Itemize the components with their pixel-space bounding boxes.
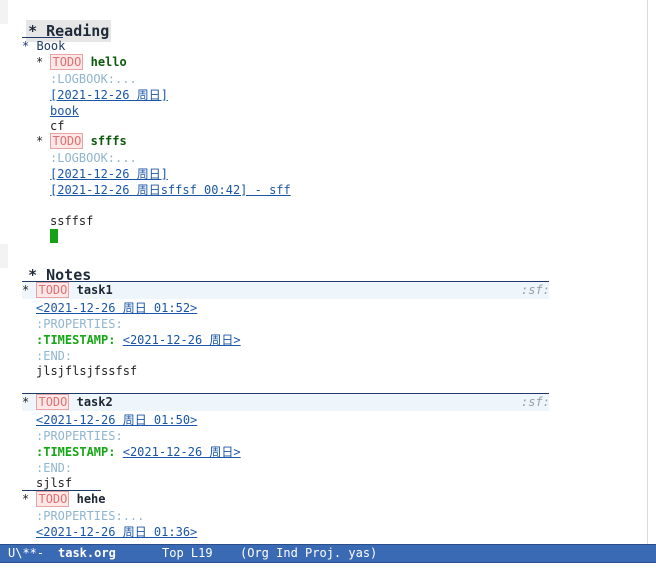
timestamp-property: :TIMESTAMP: <2021-12-26 周日> (36, 445, 241, 460)
date-link[interactable]: [2021-12-26 周日] (50, 167, 168, 182)
drawer-end: :END: (36, 349, 73, 363)
timestamp-property: :TIMESTAMP: <2021-12-26 周日> (36, 333, 241, 348)
tag-label[interactable]: :sf: (521, 283, 550, 298)
buffer-status[interactable]: U\**- (8, 545, 44, 562)
property-key: :TIMESTAMP: (36, 445, 116, 459)
heading-star: * (22, 283, 30, 297)
drawer-end: :END: (36, 461, 73, 475)
properties-drawer[interactable]: :PROPERTIES:... (36, 509, 144, 524)
window-border (647, 0, 648, 544)
fringe (0, 0, 8, 24)
heading-star: * (22, 39, 30, 53)
entry-task1[interactable]: * TODO task1 (22, 282, 113, 298)
entry-hello[interactable]: * TODO hello (36, 54, 127, 70)
buffer-position: Top L19 (162, 546, 213, 560)
heading-title: Book (36, 39, 66, 53)
body-text: sjlsf (36, 476, 73, 490)
major-minor-modes[interactable]: (Org Ind Proj. yas) (240, 545, 377, 562)
entry-title: hello (90, 55, 127, 69)
body-text: jlsjflsjfssfsf (36, 364, 138, 378)
mode-line: U\**- task.org Top L19 (Org Ind Proj. ya… (0, 544, 656, 563)
logbook-drawer[interactable]: :LOGBOOK:... (50, 72, 137, 87)
heading-book[interactable]: * Book (22, 39, 65, 54)
todo-keyword[interactable]: TODO (36, 282, 70, 298)
entry-sfffs[interactable]: * TODO sfffs (36, 133, 127, 149)
timestamp-link[interactable]: <2021-12-26 周日> (123, 445, 241, 459)
property-key: :TIMESTAMP: (36, 333, 116, 347)
entry-title: hehe (76, 492, 106, 506)
timestamp-link[interactable]: <2021-12-26 周日> (123, 333, 241, 347)
properties-drawer[interactable]: :PROPERTIES: (36, 429, 123, 444)
fringe (0, 244, 8, 268)
heading-notes[interactable]: * Notes (8, 248, 93, 284)
heading-star: * (36, 55, 44, 69)
date-link[interactable]: [2021-12-26 周日] (50, 88, 168, 103)
heading-star: * (22, 492, 30, 506)
properties-drawer[interactable]: :PROPERTIES: (36, 317, 123, 332)
heading-underline (22, 37, 63, 38)
text-cursor (50, 229, 58, 243)
todo-keyword[interactable]: TODO (50, 54, 84, 70)
date-link[interactable]: <2021-12-26 周日 01:36> (36, 525, 197, 540)
entry-title: task2 (76, 395, 113, 409)
body-text: ssffsf (50, 214, 94, 228)
todo-keyword[interactable]: TODO (36, 394, 70, 410)
book-link[interactable]: book (50, 104, 79, 119)
entry-title: sfffs (90, 134, 127, 148)
body-text: cf (50, 119, 65, 133)
todo-keyword[interactable]: TODO (36, 491, 70, 507)
heading-reading[interactable]: * Reading (8, 4, 112, 42)
entry-hehe[interactable]: * TODO hehe (22, 491, 106, 507)
tag-label[interactable]: :sf: (521, 395, 550, 410)
heading-star: * (36, 134, 44, 148)
buffer-name[interactable]: task.org (58, 545, 116, 562)
date-link[interactable]: <2021-12-26 周日 01:52> (36, 301, 197, 316)
todo-keyword[interactable]: TODO (50, 133, 84, 149)
logbook-drawer[interactable]: :LOGBOOK:... (50, 151, 137, 166)
entry-task2[interactable]: * TODO task2 (22, 394, 113, 410)
date-link[interactable]: <2021-12-26 周日 01:50> (36, 413, 197, 428)
heading-star: * (22, 395, 30, 409)
date-range-link[interactable]: [2021-12-26 周日sffsf 00:42] - sff (50, 183, 291, 198)
entry-title: task1 (76, 283, 113, 297)
